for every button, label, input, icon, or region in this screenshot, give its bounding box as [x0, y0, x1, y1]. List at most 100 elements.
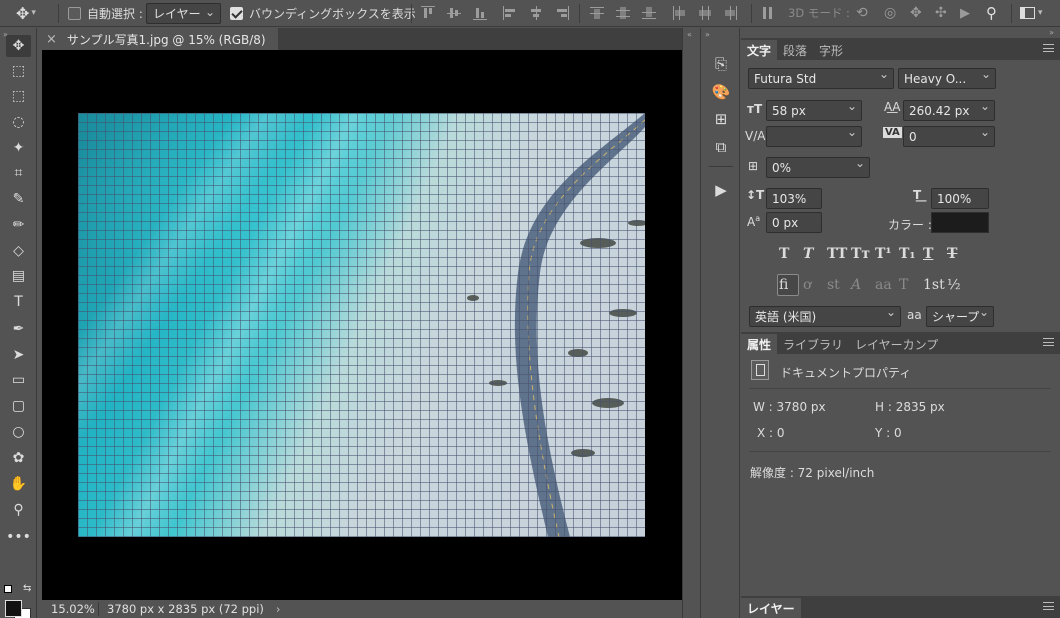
rounded-rect-tool-icon[interactable]: ▢: [6, 395, 31, 417]
typo-style-button[interactable]: T₁: [899, 246, 916, 262]
tab-properties[interactable]: 属性: [741, 334, 778, 354]
collapse-panels-icon[interactable]: »: [1049, 28, 1054, 37]
crop-tool-icon[interactable]: ⌗: [6, 162, 31, 184]
opentype-feature-button[interactable]: st: [827, 277, 840, 293]
typo-style-button[interactable]: T: [803, 246, 813, 262]
auto-align-icon[interactable]: [761, 6, 775, 20]
custom-shape-tool-icon[interactable]: ✿: [6, 447, 31, 469]
kerning-field[interactable]: [766, 125, 862, 147]
auto-select-target-select[interactable]: レイヤー ⌄: [146, 0, 221, 26]
ellipse-tool-icon[interactable]: ○: [6, 421, 31, 443]
align-right-icon[interactable]: [555, 6, 569, 20]
eyedropper-tool-icon[interactable]: ✎: [6, 188, 31, 210]
opentype-feature-button[interactable]: A: [851, 277, 861, 293]
default-colors-icon[interactable]: [4, 585, 12, 593]
panel-menu-icon[interactable]: [1043, 338, 1054, 346]
align-bottom-icon[interactable]: [473, 6, 487, 20]
actions-play-icon[interactable]: ▶: [711, 181, 731, 201]
align-left-icon[interactable]: [503, 6, 517, 20]
leading-field[interactable]: 260.42 px: [903, 99, 995, 121]
close-icon[interactable]: ×: [46, 32, 57, 47]
tab-layer-comps[interactable]: レイヤーカンプ: [849, 334, 944, 354]
status-menu-icon[interactable]: ›: [276, 602, 281, 616]
grid-icon[interactable]: ⊞: [711, 110, 731, 130]
distribute-hcenter-icon[interactable]: [698, 6, 712, 20]
tracking-field[interactable]: 0: [903, 125, 995, 147]
type-tool-icon[interactable]: T: [6, 291, 31, 313]
expand-panels-icon[interactable]: «: [687, 30, 692, 39]
swap-colors-icon[interactable]: ⇆: [23, 583, 31, 594]
path-select-tool-icon[interactable]: ➤: [6, 344, 31, 366]
panel-menu-icon[interactable]: [1043, 44, 1054, 52]
3d-slide-icon[interactable]: ✣: [935, 0, 947, 26]
document-tab[interactable]: × サンプル写真1.jpg @ 15% (RGB/8): [38, 28, 278, 50]
opentype-feature-button[interactable]: 1st: [923, 277, 945, 293]
panel-menu-icon[interactable]: [1043, 602, 1054, 610]
distribute-vcenter-icon[interactable]: [616, 6, 630, 20]
language-select[interactable]: 英語 (米国): [749, 305, 901, 327]
brush-tool-icon[interactable]: ✏: [6, 214, 31, 236]
tab-libraries[interactable]: ライブラリ: [777, 334, 849, 354]
align-top-icon[interactable]: [421, 6, 435, 20]
bounding-box-check-icon[interactable]: [230, 6, 243, 20]
hand-tool-icon[interactable]: ✋: [6, 473, 31, 495]
font-style-select[interactable]: Heavy O...: [898, 67, 996, 89]
tab-layers[interactable]: レイヤー: [741, 598, 801, 618]
font-size-field[interactable]: 58 px: [766, 99, 862, 121]
typo-style-button[interactable]: T: [923, 246, 933, 262]
tsume-field[interactable]: 0%: [766, 156, 870, 178]
move-tool-preset-button[interactable]: ✥ ▾: [16, 0, 36, 26]
opentype-feature-button[interactable]: fi: [779, 277, 788, 293]
align-vcenter-icon[interactable]: [447, 6, 461, 20]
gradient-tool-icon[interactable]: ▤: [6, 265, 31, 287]
vertical-scale-field[interactable]: 103%: [766, 188, 822, 209]
tab-character[interactable]: 文字: [741, 40, 778, 60]
paths-icon[interactable]: ⧉: [711, 138, 731, 158]
magic-wand-tool-icon[interactable]: ✦: [6, 137, 31, 159]
opentype-feature-button[interactable]: ½: [947, 277, 961, 293]
marquee-tool-icon[interactable]: ⬚: [6, 85, 31, 107]
rectangle-tool-icon[interactable]: ▭: [6, 369, 31, 391]
history-icon[interactable]: ⎘: [711, 55, 731, 75]
auto-select-check-icon[interactable]: [68, 6, 81, 20]
opentype-feature-button[interactable]: ơ: [803, 277, 811, 293]
font-family-select[interactable]: Futura Std: [748, 67, 894, 89]
distribute-left-icon[interactable]: [672, 6, 686, 20]
distribute-bottom-icon[interactable]: [642, 6, 656, 20]
color-palette-icon[interactable]: 🎨: [711, 83, 731, 103]
3d-rotate-icon[interactable]: ⟲: [856, 0, 868, 26]
opentype-feature-button[interactable]: aa: [875, 277, 892, 293]
distribute-right-icon[interactable]: [724, 6, 738, 20]
document-image[interactable]: [78, 113, 645, 537]
eraser-tool-icon[interactable]: ◇: [6, 240, 31, 262]
canvas-area[interactable]: [42, 50, 682, 600]
artboard-tool-icon[interactable]: ⬚: [6, 60, 31, 82]
tab-paragraph[interactable]: 段落: [777, 40, 813, 60]
distribute-top-icon[interactable]: [590, 6, 604, 20]
collapse-dock-icon[interactable]: »: [705, 30, 710, 39]
baseline-shift-field[interactable]: 0 px: [766, 212, 822, 233]
horizontal-scale-field[interactable]: 100%: [931, 188, 989, 209]
move-tool-icon[interactable]: ✥: [6, 35, 31, 57]
tab-glyphs[interactable]: 字形: [813, 40, 849, 60]
auto-select-checkbox[interactable]: 自動選択 :: [68, 0, 143, 26]
typo-style-button[interactable]: T¹: [875, 246, 892, 262]
text-color-swatch[interactable]: [931, 212, 989, 233]
search-icon[interactable]: ⚲: [986, 0, 997, 26]
pen-tool-icon[interactable]: ✒: [6, 318, 31, 340]
zoom-tool-icon[interactable]: ⚲: [6, 499, 31, 521]
3d-roll-icon[interactable]: ◎: [884, 0, 896, 26]
bounding-box-checkbox[interactable]: バウンディングボックスを表示: [230, 0, 416, 26]
more-tools-icon[interactable]: •••: [6, 526, 31, 548]
align-hcenter-icon[interactable]: [529, 6, 543, 20]
3d-scale-icon[interactable]: ▶: [960, 0, 970, 26]
zoom-level[interactable]: 15.02%: [42, 602, 98, 616]
typo-style-button[interactable]: T: [779, 246, 789, 262]
typo-style-button[interactable]: TT: [827, 246, 847, 262]
lasso-tool-icon[interactable]: ◌: [6, 111, 31, 133]
foreground-color-swatch[interactable]: [5, 600, 22, 617]
typo-style-button[interactable]: Tт: [851, 246, 870, 262]
workspace-button[interactable]: ▾: [1020, 0, 1043, 26]
3d-drag-icon[interactable]: ✥: [910, 0, 922, 26]
typo-style-button[interactable]: T: [947, 246, 957, 262]
